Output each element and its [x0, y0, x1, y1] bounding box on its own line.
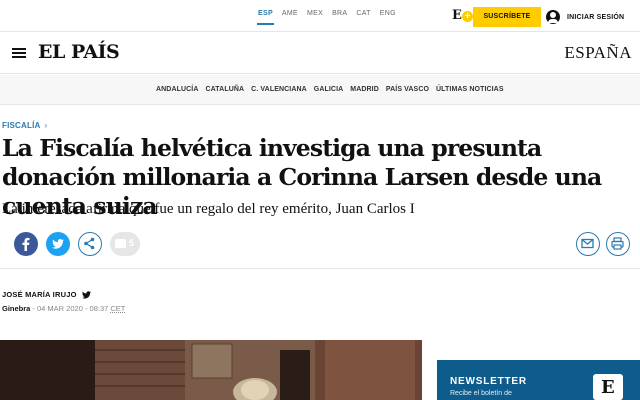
newsletter-badge-letter: E — [601, 377, 615, 398]
kicker-label: FISCALÍA — [2, 121, 41, 130]
nav-item-madrid[interactable]: MADRID — [350, 86, 379, 93]
comment-bubble-icon — [115, 239, 126, 248]
newsletter-box[interactable]: NEWSLETTER Recibe el boletín de E — [437, 360, 640, 400]
article-dateline: Ginebra - 04 MAR 2020 - 08:37 CET — [2, 304, 125, 313]
facebook-share-button[interactable] — [14, 232, 38, 256]
eplus-logo-icon[interactable]: E + — [452, 7, 473, 25]
twitter-icon[interactable] — [81, 290, 91, 299]
newsletter-title: NEWSLETTER — [450, 376, 527, 387]
article-photo — [0, 340, 422, 400]
dateline-timezone: CET — [110, 304, 126, 313]
edition-selector: ESP AME MEX BRA CAT ENG — [257, 10, 405, 25]
twitter-icon — [52, 239, 64, 249]
nav-item-ultimas-noticias[interactable]: ÚLTIMAS NOTICIAS — [436, 86, 504, 93]
subscribe-button[interactable]: SUSCRÍBETE — [473, 7, 541, 27]
nav-item-andalucia[interactable]: ANDALUCÍA — [156, 86, 199, 93]
newsletter-text: Recibe el boletín de — [450, 390, 512, 397]
print-button[interactable] — [606, 232, 630, 256]
nav-item-valenciana[interactable]: C. VALENCIANA — [251, 86, 307, 93]
twitter-share-button[interactable] — [46, 232, 70, 256]
article-subheadline: La interesada afirma que fue un regalo d… — [2, 201, 415, 217]
newsletter-badge-icon: E — [593, 374, 623, 400]
comments-button[interactable]: 5 — [110, 232, 140, 256]
login-label: INICIAR SESIÓN — [567, 13, 625, 21]
nav-item-galicia[interactable]: GALICIA — [314, 86, 343, 93]
facebook-icon — [22, 237, 30, 251]
printer-icon — [611, 237, 624, 250]
top-bar: ESP AME MEX BRA CAT ENG E + SUSCRÍBETE I… — [0, 0, 640, 32]
site-logo[interactable]: EL PAÍS — [38, 41, 120, 63]
edition-eng[interactable]: ENG — [380, 10, 396, 17]
edition-mex[interactable]: MEX — [307, 10, 323, 17]
eplus-letter: E — [452, 8, 462, 23]
section-nav: ANDALUCÍA CATALUÑA C. VALENCIANA GALICIA… — [0, 75, 640, 105]
dateline-date: - 04 MAR 2020 - 08:37 — [30, 304, 111, 313]
edition-esp[interactable]: ESP — [257, 10, 274, 25]
share-button[interactable] — [78, 232, 102, 256]
menu-icon[interactable] — [12, 48, 26, 58]
section-title[interactable]: ESPAÑA — [564, 43, 632, 63]
chevron-right-icon: › — [44, 121, 48, 130]
author-name[interactable]: JOSÉ MARÍA IRUJO — [2, 290, 77, 299]
login-button[interactable]: INICIAR SESIÓN — [542, 7, 640, 27]
photo-image — [0, 340, 422, 400]
share-icon — [84, 237, 95, 250]
edition-cat[interactable]: CAT — [356, 10, 370, 17]
plus-icon: + — [462, 11, 473, 22]
edition-ame[interactable]: AME — [282, 10, 298, 17]
site-header: EL PAÍS ESPAÑA — [0, 32, 640, 74]
author-byline: JOSÉ MARÍA IRUJO — [2, 290, 91, 299]
dateline-city: Ginebra — [2, 304, 31, 313]
divider — [0, 268, 640, 269]
nav-item-cataluna[interactable]: CATALUÑA — [206, 86, 245, 93]
user-icon — [546, 10, 560, 24]
nav-item-pais-vasco[interactable]: PAÍS VASCO — [386, 86, 429, 93]
article-kicker[interactable]: FISCALÍA › — [2, 121, 47, 130]
edition-bra[interactable]: BRA — [332, 10, 347, 17]
mail-icon — [581, 238, 594, 249]
email-share-button[interactable] — [576, 232, 600, 256]
comment-count: 5 — [129, 238, 135, 248]
